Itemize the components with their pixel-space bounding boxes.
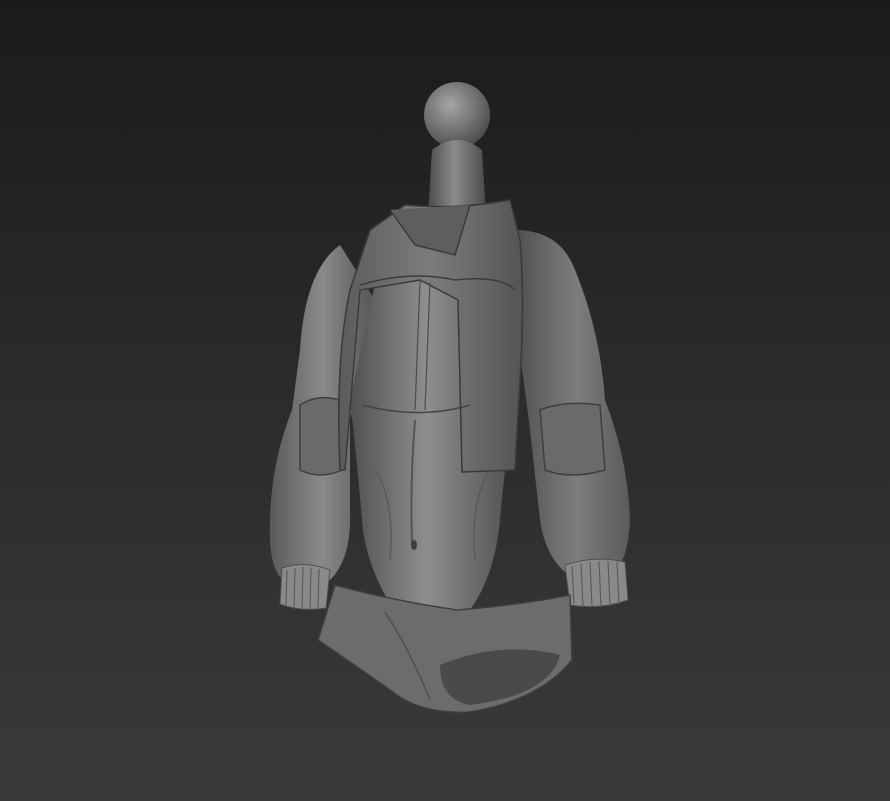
sculpt-model[interactable] — [0, 0, 890, 801]
right-sleeve — [510, 230, 630, 608]
mannequin-head — [424, 82, 490, 215]
3d-viewport[interactable] — [0, 0, 890, 801]
